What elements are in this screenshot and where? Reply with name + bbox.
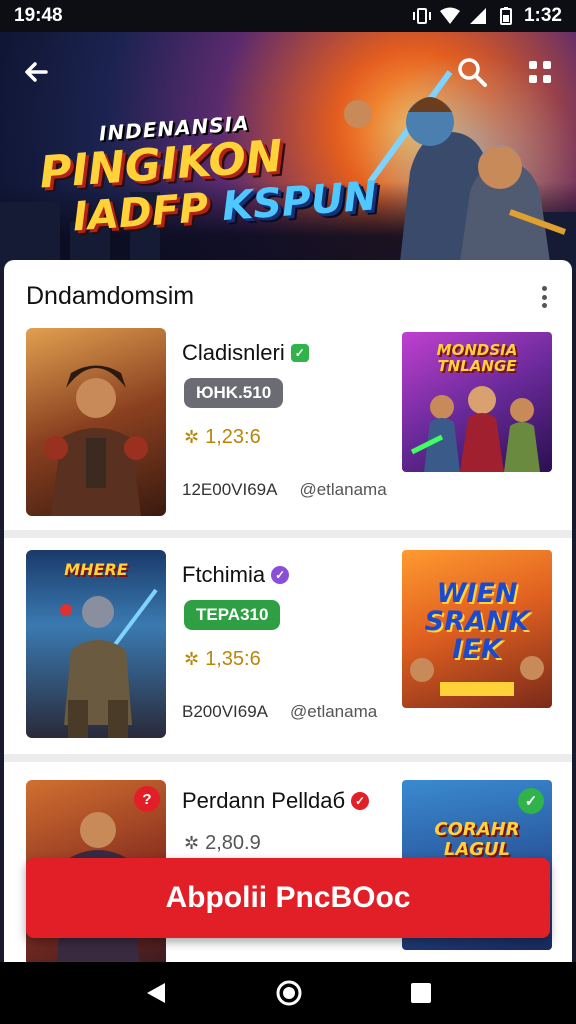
- status-clock: 1:32: [523, 5, 562, 26]
- primary-action-button[interactable]: Abpolii PncBOoc: [26, 858, 550, 938]
- grid-menu-button[interactable]: [518, 50, 562, 94]
- game-preview-image[interactable]: WIEN SRANK IEK: [402, 550, 552, 708]
- list-item[interactable]: MHERE Ftchimia ✓ TEPA310 ✲ 1,35:6 B200VI6…: [4, 544, 572, 756]
- game-preview-image[interactable]: MONDSIA TNLANGE: [402, 332, 552, 472]
- game-title[interactable]: Perdann Pelldaб ✓: [182, 788, 370, 814]
- rating-value: 2,80.9: [205, 832, 261, 854]
- dot: [541, 286, 547, 291]
- warrior-artwork: [44, 365, 148, 516]
- game-tag: ЮHK.510: [184, 378, 284, 408]
- game-title-text: Perdann Pelldaб: [182, 788, 346, 813]
- star-icon: ✲: [184, 833, 200, 853]
- more-options-button[interactable]: [534, 282, 554, 312]
- back-button[interactable]: [14, 50, 58, 94]
- heroes-artwork: [410, 656, 544, 696]
- heroes-artwork: [410, 386, 540, 472]
- search-button[interactable]: [450, 50, 494, 94]
- hero-title: INDENANSIA PINGIKON IADFP KSPUN: [36, 102, 379, 241]
- battery-icon: [499, 7, 512, 25]
- status-time: 19:48: [14, 5, 63, 26]
- game-title-text: Cladisnleri: [182, 340, 285, 365]
- nav-recents-icon[interactable]: [409, 981, 433, 1005]
- game-code: B200VI69A: [182, 702, 269, 721]
- game-meta: 12E00VI69A @etlanama: [182, 480, 387, 500]
- nav-home-icon[interactable]: [274, 978, 304, 1008]
- game-thumbnail[interactable]: MHERE: [26, 550, 166, 738]
- section-title: Dndamdomsim: [26, 282, 195, 310]
- game-title-text: Ftchimia: [182, 562, 266, 587]
- app-screen: 19:48 1:32 INDENANSIA PINGIKON IADFP KSP…: [0, 0, 576, 1024]
- dot: [541, 303, 547, 308]
- verified-badge-icon: ✓: [271, 566, 290, 584]
- wifi-icon: [439, 7, 460, 24]
- game-handle[interactable]: @etlanama: [299, 480, 386, 499]
- system-nav-bar: [0, 962, 576, 1024]
- back-arrow-icon: [25, 62, 48, 82]
- row-divider: [4, 754, 572, 762]
- game-thumbnail[interactable]: [26, 328, 166, 516]
- game-title[interactable]: Ftchimia ✓: [182, 562, 290, 588]
- status-icons: 1:32: [412, 5, 562, 27]
- verified-badge-icon: ✓: [351, 792, 370, 810]
- knight-artwork: [60, 588, 158, 738]
- signal-icon: [469, 8, 486, 24]
- hero-title-line2a: IADFP: [71, 185, 210, 241]
- status-bar: 19:48 1:32: [0, 0, 576, 32]
- star-icon: ✲: [184, 649, 200, 669]
- game-meta: B200VI69A @etlanama: [182, 702, 377, 722]
- dot: [541, 294, 547, 300]
- rating-value: 1,35:6: [205, 648, 261, 670]
- vibrate-icon: [412, 8, 431, 24]
- hero-banner: INDENANSIA PINGIKON IADFP KSPUN: [0, 32, 576, 272]
- search-icon: [458, 58, 487, 87]
- verified-badge-icon: ✓: [290, 344, 309, 362]
- preview-label: CORAHR LAGUL: [434, 819, 520, 860]
- rating: ✲ 2,80.9: [184, 832, 261, 855]
- star-icon: ✲: [184, 427, 200, 447]
- rating: ✲ 1,35:6: [184, 648, 261, 671]
- check-badge-icon: ✓: [518, 788, 544, 814]
- list-item[interactable]: Cladisnleri ✓ ЮHK.510 ✲ 1,23:6 12E00VI69A…: [4, 322, 572, 534]
- game-title[interactable]: Cladisnleri ✓: [182, 340, 309, 366]
- game-handle[interactable]: @etlanama: [290, 702, 377, 721]
- rating: ✲ 1,23:6: [184, 426, 261, 449]
- game-tag: TEPA310: [184, 600, 281, 630]
- nav-back-icon[interactable]: [143, 980, 169, 1006]
- row-divider: [4, 530, 572, 538]
- grid-icon: [529, 61, 551, 83]
- rating-value: 1,23:6: [205, 426, 261, 448]
- game-code: 12E00VI69A: [182, 480, 278, 499]
